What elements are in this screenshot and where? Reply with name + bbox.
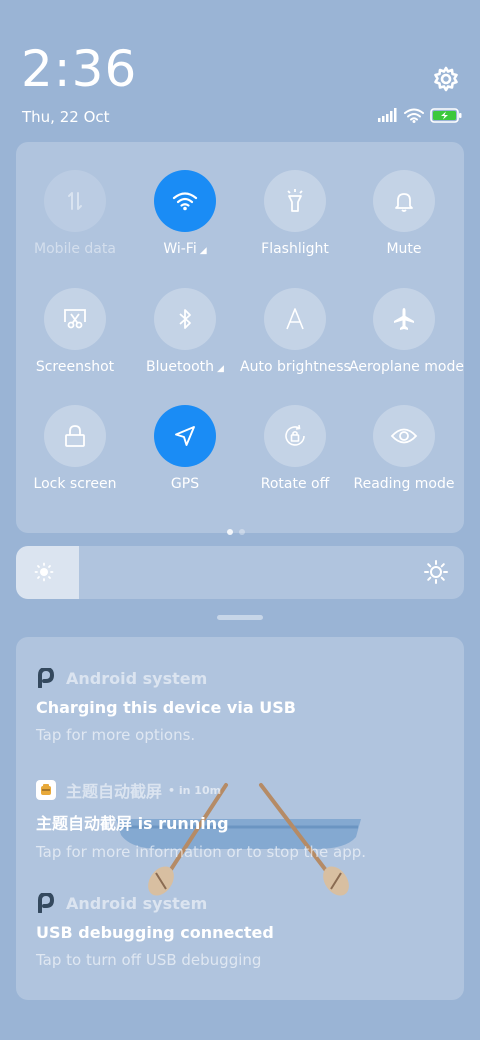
tile-flashlight[interactable]: Flashlight — [240, 170, 350, 257]
bluetooth-icon — [154, 288, 216, 350]
tile-mobile-data[interactable]: Mobile data — [20, 170, 130, 257]
bell-icon — [373, 170, 435, 232]
app-theme-icon — [36, 780, 56, 800]
notification-app-name: Android system — [66, 668, 208, 688]
lock-icon — [44, 405, 106, 467]
android-p-icon — [36, 893, 56, 913]
notification-title: USB debugging connected — [36, 923, 274, 942]
expand-triangle-icon: ◢ — [217, 364, 224, 374]
notification-body: Tap for more information or to stop the … — [36, 843, 367, 861]
notification-title: 主题自动截屏 is running — [36, 814, 229, 833]
notification-usb-charging[interactable]: Android system Charging this device via … — [36, 667, 456, 744]
wifi-icon — [404, 108, 424, 123]
tile-label: Bluetooth — [146, 359, 215, 375]
tile-label: Aeroplane mode — [349, 359, 464, 375]
tile-label: Screenshot — [35, 359, 115, 375]
tile-label: Flashlight — [261, 241, 329, 257]
gear-icon[interactable] — [431, 64, 461, 94]
page-dot-active — [227, 529, 233, 535]
android-p-icon — [36, 668, 56, 688]
tile-gps[interactable]: GPS — [130, 405, 240, 492]
airplane-icon — [373, 288, 435, 350]
notification-app-name: Android system — [66, 893, 208, 913]
auto-brightness-icon — [264, 288, 326, 350]
tile-label: Rotate off — [260, 476, 330, 492]
rotation-lock-icon — [264, 405, 326, 467]
tile-reading-mode[interactable]: Reading mode — [349, 405, 459, 492]
page-indicator — [227, 520, 251, 539]
tile-label: Lock screen — [33, 476, 117, 492]
clock-time[interactable]: 2:36 — [21, 40, 137, 98]
brightness-slider[interactable] — [16, 546, 464, 599]
tile-aeroplane-mode[interactable]: Aeroplane mode — [349, 288, 464, 375]
drag-handle[interactable] — [217, 615, 263, 620]
tile-label: Reading mode — [353, 476, 455, 492]
tile-label: Auto brightness — [240, 359, 351, 375]
notification-usb-debugging[interactable]: Android system USB debugging connected T… — [36, 892, 456, 969]
date-label: Thu, 22 Oct — [22, 108, 110, 126]
tile-bluetooth[interactable]: Bluetooth ◢ — [130, 288, 240, 375]
screenshot-icon — [44, 288, 106, 350]
notification-body: Tap for more options. — [36, 726, 196, 744]
tile-label: Wi-Fi — [163, 241, 197, 257]
brightness-low-icon — [34, 562, 54, 582]
mobile-data-icon — [44, 170, 106, 232]
tile-label: GPS — [170, 476, 200, 492]
signal-icon — [378, 108, 397, 122]
tile-wifi[interactable]: Wi-Fi ◢ — [130, 170, 240, 257]
tile-label: Mobile data — [34, 241, 116, 257]
status-bar-icons — [378, 108, 464, 126]
battery-charging-icon — [430, 108, 462, 123]
tile-rotate-off[interactable]: Rotate off — [240, 405, 350, 492]
brightness-high-icon — [424, 560, 448, 584]
tile-mute[interactable]: Mute — [349, 170, 459, 257]
notification-body: Tap to turn off USB debugging — [36, 951, 262, 969]
notification-app-name: 主题自动截屏 — [66, 782, 163, 801]
expand-triangle-icon: ◢ — [199, 246, 207, 256]
notification-title: Charging this device via USB — [36, 698, 296, 717]
tile-auto-brightness[interactable]: Auto brightness — [240, 288, 351, 375]
tile-label: Mute — [386, 241, 422, 257]
tile-lock-screen[interactable]: Lock screen — [20, 405, 130, 492]
tile-screenshot[interactable]: Screenshot — [20, 288, 130, 375]
location-arrow-icon — [154, 405, 216, 467]
notification-theme-screenshot[interactable]: 主题自动截屏 • in 10m 主题自动截屏 is running Tap fo… — [36, 779, 456, 861]
eye-icon — [373, 405, 435, 467]
flashlight-icon — [264, 170, 326, 232]
wifi-icon — [154, 170, 216, 232]
notification-panel: Android system Charging this device via … — [16, 637, 464, 1000]
quick-settings-panel: Mobile data Wi-Fi ◢ Flashlight Mute Scree… — [16, 142, 464, 533]
page-dot — [239, 529, 245, 535]
notification-time: • in 10m — [168, 783, 222, 797]
